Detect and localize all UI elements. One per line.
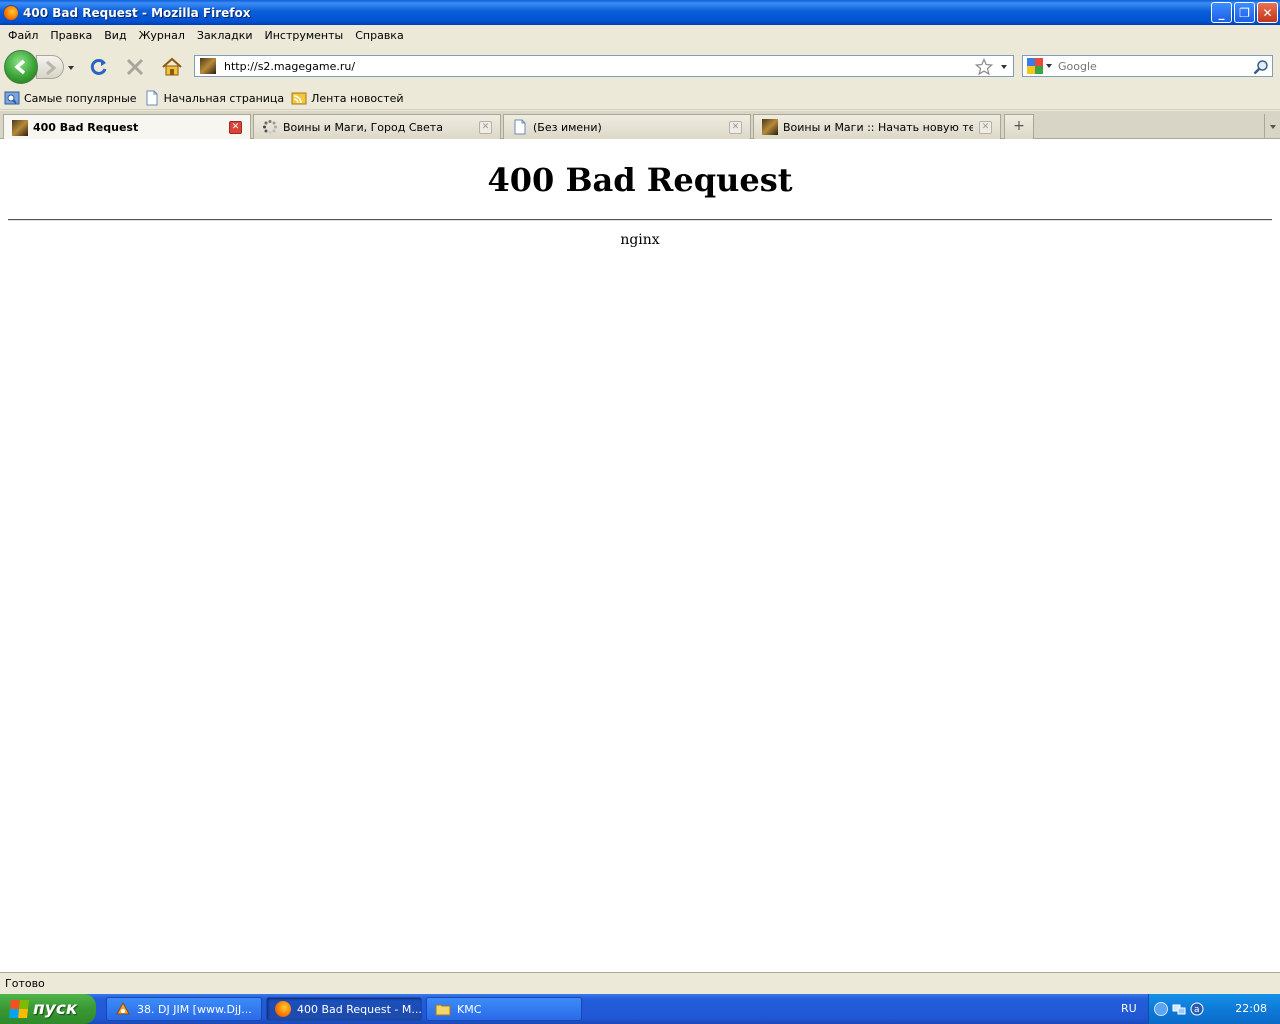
arrow-right-icon [46,61,57,75]
bookmarks-toolbar: Самые популярные Начальная страница Лент… [0,87,1280,110]
bookmark-label: Начальная страница [163,91,285,105]
bookmark-label: Лента новостей [311,91,404,105]
bookmark-start-page[interactable]: Начальная страница [144,90,285,106]
menu-view[interactable]: Вид [98,29,132,42]
antivirus-icon[interactable]: a [1190,1002,1204,1016]
google-engine-icon[interactable] [1027,58,1043,74]
back-button[interactable] [4,50,38,84]
menu-bookmarks[interactable]: Закладки [191,29,259,42]
menu-bar: Файл Правка Вид Журнал Закладки Инструме… [0,25,1280,46]
status-text: Готово [5,977,45,990]
site-favicon-icon [200,58,216,74]
task-label: 38. DJ JIM [www.DjJ... [137,1002,252,1016]
start-label: пуск [33,999,78,1019]
windows-logo-icon [9,1000,29,1018]
rss-feed-icon [291,92,307,105]
search-engine-dropdown-icon[interactable] [1046,63,1052,69]
clock[interactable]: 22:08 [1235,1002,1267,1015]
reload-icon[interactable] [89,57,109,77]
minimize-button[interactable]: _ [1211,2,1232,23]
history-dropdown-icon[interactable] [66,63,76,73]
search-input[interactable] [1058,59,1248,73]
tab-new-topic[interactable]: Воины и Маги :: Начать новую тему ✕ [753,114,1001,139]
tab-close-icon[interactable]: ✕ [229,121,242,134]
show-hidden-icons-icon[interactable] [1154,1002,1168,1016]
task-label: KMC [457,1002,482,1016]
bookmark-star-icon[interactable] [975,58,993,76]
status-bar: Готово [0,972,1280,994]
page-icon [146,90,158,106]
tab-untitled[interactable]: (Без имени) ✕ [503,114,751,139]
task-label: 400 Bad Request - M... [297,1002,421,1016]
menu-history[interactable]: Журнал [133,29,191,42]
search-icon[interactable] [1253,59,1269,75]
svg-text:a: a [1194,1005,1200,1015]
tab-label: 400 Bad Request [33,121,139,134]
bookmark-most-visited[interactable]: Самые популярные [4,90,137,106]
home-icon[interactable] [161,56,183,78]
tab-label: Воины и Маги :: Начать новую тему [783,120,973,134]
error-heading: 400 Bad Request [487,161,793,199]
tab-bar: 400 Bad Request ✕ Воины и Маги, Город Св… [0,111,1280,140]
bookmark-news-feed[interactable]: Лента новостей [291,90,404,106]
bookmark-label: Самые популярные [24,91,137,105]
start-button[interactable]: пуск [0,994,96,1024]
forward-button[interactable] [36,55,64,79]
close-button[interactable]: ✕ [1257,2,1278,23]
new-tab-button[interactable]: + [1004,114,1034,139]
window-titlebar[interactable]: 400 Bad Request - Mozilla Firefox _ ❐ ✕ [0,0,1280,25]
url-dropdown-icon[interactable] [1000,64,1008,70]
page-content: 400 Bad Request nginx [0,139,1280,972]
language-indicator[interactable]: RU [1121,1002,1137,1015]
stop-icon[interactable] [125,57,145,77]
firefox-icon [3,4,19,21]
address-bar[interactable] [194,55,1014,77]
divider [8,219,1272,221]
taskbar-item-media-player[interactable]: 38. DJ JIM [www.DjJ... [106,997,262,1021]
list-all-tabs-button[interactable] [1264,114,1280,139]
network-icon[interactable] [1172,1002,1186,1016]
tab-label: (Без имени) [533,120,602,134]
navigation-toolbar [0,46,1280,86]
windows-taskbar: пуск 38. DJ JIM [www.DjJ... 400 Bad Requ… [0,994,1280,1024]
maximize-button[interactable]: ❐ [1234,2,1255,23]
server-name: nginx [620,232,660,248]
menu-file[interactable]: Файл [2,29,44,42]
site-favicon-icon [762,119,778,135]
tab-close-icon[interactable]: ✕ [479,121,492,134]
tab-close-icon[interactable]: ✕ [729,121,742,134]
system-tray: RU a 22:08 [1121,994,1280,1024]
taskbar-item-firefox[interactable]: 400 Bad Request - M... [266,997,422,1021]
page-icon [514,119,526,135]
folder-icon [435,1004,451,1016]
most-visited-icon [4,91,20,105]
chevron-down-icon [1269,124,1276,129]
firefox-icon [275,1001,291,1017]
menu-edit[interactable]: Правка [44,29,98,42]
tab-close-icon[interactable]: ✕ [979,121,992,134]
menu-tools[interactable]: Инструменты [259,29,350,42]
arrow-left-icon [14,59,26,75]
window-title: 400 Bad Request - Mozilla Firefox [23,5,251,20]
site-favicon-icon [12,119,28,136]
search-bar[interactable] [1022,55,1273,77]
loading-spinner-icon [263,120,277,134]
menu-help[interactable]: Справка [349,29,409,42]
tab-city-of-light[interactable]: Воины и Маги, Город Света ✕ [253,114,501,139]
taskbar-item-folder[interactable]: KMC [426,997,582,1021]
url-input[interactable] [224,59,964,73]
media-player-icon [116,1001,130,1015]
tab-400-bad-request[interactable]: 400 Bad Request ✕ [3,114,251,140]
tab-label: Воины и Маги, Город Света [283,120,443,134]
